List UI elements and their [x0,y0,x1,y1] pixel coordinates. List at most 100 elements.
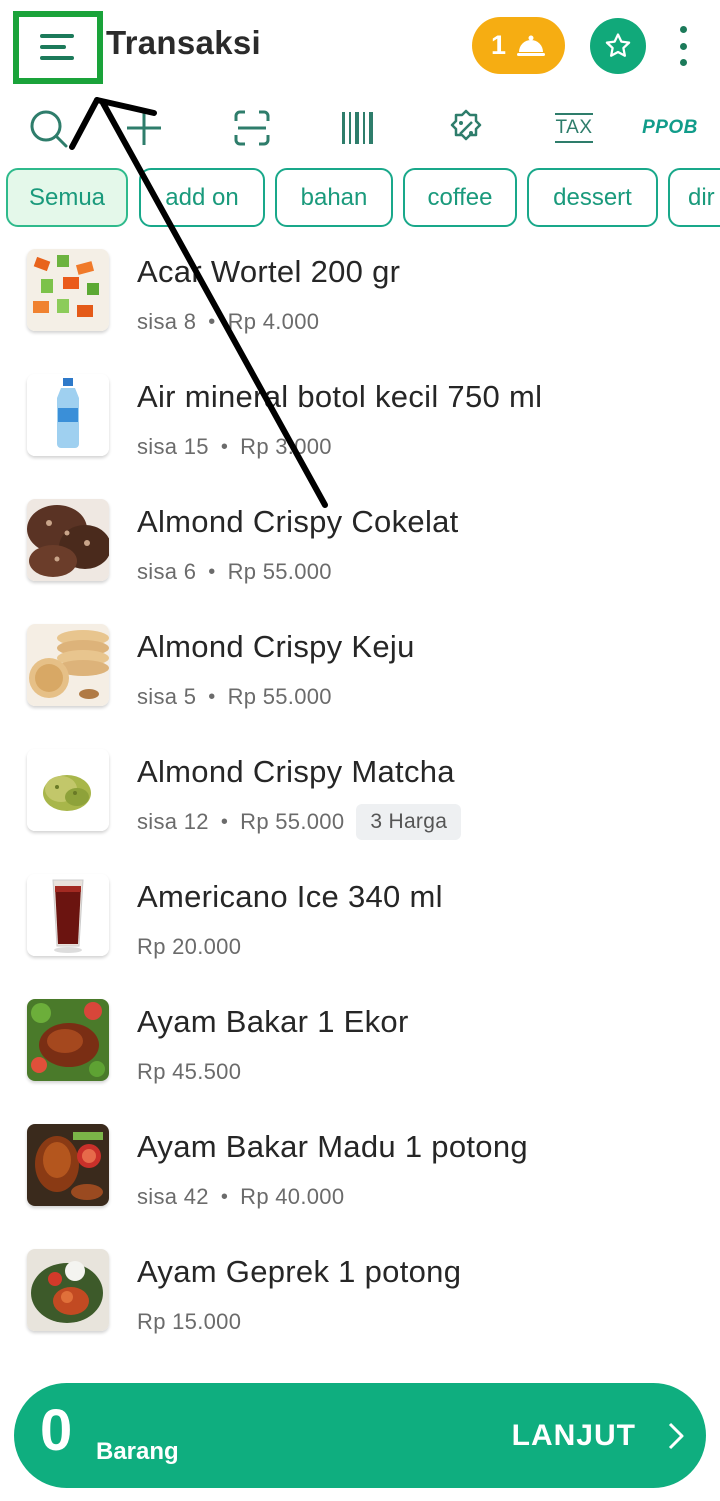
product-item[interactable]: Ayam Bakar 1 Ekor Rp 45.500 [0,984,720,1109]
barcode-icon [342,112,373,144]
favorite-button[interactable] [590,18,646,74]
action-toolbar: TAX PPOB [0,100,720,156]
honey-chicken-image [27,1124,109,1206]
product-meta: sisa 8 • Rp 4.000 [137,309,319,335]
product-price: Rp 40.000 [240,1184,345,1209]
iced-coffee-image [27,874,109,956]
hamburger-menu-icon[interactable] [24,22,92,72]
search-icon [30,110,68,148]
product-item[interactable]: Acar Wortel 200 gr sisa 8 • Rp 4.000 [0,234,720,359]
app-header: Transaksi 1 [0,0,720,92]
product-meta: Rp 20.000 [137,934,241,960]
separator-dot: • [208,310,216,333]
product-item[interactable]: Almond Crispy Cokelat sisa 6 • Rp 55.000 [0,484,720,609]
category-chip[interactable]: dessert [527,168,658,227]
product-stock: sisa 5 [137,684,197,709]
ppob-button[interactable]: PPOB [640,104,700,152]
discount-button[interactable] [444,104,488,152]
category-chip[interactable]: coffee [403,168,517,227]
search-button[interactable] [26,104,70,152]
separator-dot: • [220,435,229,458]
product-item[interactable]: Americano Ice 340 ml Rp 20.000 [0,859,720,984]
product-thumbnail [27,999,109,1081]
category-chip[interactable]: Semua [6,168,128,227]
product-item[interactable]: Almond Crispy Keju sisa 5 • Rp 55.000 [0,609,720,734]
product-price: Rp 20.000 [137,934,242,959]
chocolate-crisps-image [27,499,109,581]
separator-dot: • [220,1185,229,1208]
product-thumbnail [27,249,109,331]
product-thumbnail [27,749,109,831]
product-name: Acar Wortel 200 gr [137,254,401,289]
product-item[interactable]: Almond Crispy Matcha sisa 12 • Rp 55.000… [0,734,720,859]
product-price: Rp 55.000 [227,559,332,584]
product-thumbnail [27,1124,109,1206]
grilled-chicken-image [27,999,109,1081]
product-price: Rp 55.000 [227,684,332,709]
scan-frame-icon [234,110,270,146]
cart-item-count: 0 [40,1398,73,1463]
product-stock: sisa 12 [137,809,209,834]
product-name: Almond Crispy Cokelat [137,504,459,539]
category-chip[interactable]: add on [139,168,265,227]
product-item[interactable]: Ayam Geprek 1 potong Rp 15.000 [0,1234,720,1359]
separator-dot: • [208,685,216,708]
product-meta: sisa 42 • Rp 40.000 [137,1184,344,1210]
product-meta: Rp 15.000 [137,1309,241,1335]
product-name: Almond Crispy Keju [137,629,415,664]
ppob-label: PPOB [642,117,698,138]
product-name: Ayam Bakar Madu 1 potong [137,1129,528,1164]
category-chip[interactable]: dir [668,168,720,227]
page-title: Transaksi [106,24,261,61]
product-name: Almond Crispy Matcha [137,754,455,789]
product-meta: sisa 5 • Rp 55.000 [137,684,332,710]
product-thumbnail [27,1249,109,1331]
barcode-button[interactable] [336,104,380,152]
product-name: Ayam Bakar 1 Ekor [137,1004,409,1039]
product-name: Americano Ice 340 ml [137,879,443,914]
product-item[interactable]: Air mineral botol kecil 750 ml sisa 15 •… [0,359,720,484]
chevron-right-icon [668,1422,684,1450]
product-meta: Rp 45.500 [137,1059,241,1085]
product-stock: sisa 8 [137,309,197,334]
continue-button-label: LANJUT [511,1419,636,1452]
product-price: Rp 45.500 [137,1059,242,1084]
open-orders-button[interactable]: 1 [472,17,565,74]
geprek-chicken-image [27,1249,109,1331]
product-stock: sisa 6 [137,559,197,584]
product-thumbnail [27,624,109,706]
plus-icon [127,111,161,145]
category-filter-bar: Semua add on bahan coffee dessert dir [0,168,720,228]
water-bottle-image [27,374,109,456]
cart-item-label: Barang [96,1438,179,1465]
product-stock: sisa 42 [137,1184,209,1209]
product-name: Ayam Geprek 1 potong [137,1254,462,1289]
tax-button[interactable]: TAX [550,104,598,152]
product-price: Rp 4.000 [227,309,320,334]
product-meta: sisa 12 • Rp 55.000 3 Harga [137,804,462,840]
product-meta: sisa 6 • Rp 55.000 [137,559,332,585]
matcha-crisps-image [27,749,109,831]
cheese-crisps-image [27,624,109,706]
category-chip[interactable]: bahan [275,168,393,227]
product-price: Rp 3.000 [240,434,332,459]
add-product-button[interactable] [122,104,166,152]
separator-dot: • [220,810,229,833]
product-thumbnail [27,374,109,456]
product-stock: sisa 15 [137,434,209,459]
carrot-salad-image [27,249,109,331]
product-name: Air mineral botol kecil 750 ml [137,379,543,414]
open-orders-count: 1 [490,30,507,60]
serving-cloche-icon [517,35,546,56]
more-options-icon[interactable] [672,24,694,68]
scan-button[interactable] [230,104,274,152]
star-icon [605,33,631,57]
product-item[interactable]: Ayam Bakar Madu 1 potong sisa 42 • Rp 40… [0,1109,720,1234]
tax-label: TAX [555,113,593,143]
price-variants-badge: 3 Harga [356,804,462,840]
product-thumbnail [27,874,109,956]
discount-badge-icon [450,109,482,141]
separator-dot: • [208,560,216,583]
product-thumbnail [27,499,109,581]
checkout-bar[interactable]: 0 Barang LANJUT [14,1383,706,1488]
